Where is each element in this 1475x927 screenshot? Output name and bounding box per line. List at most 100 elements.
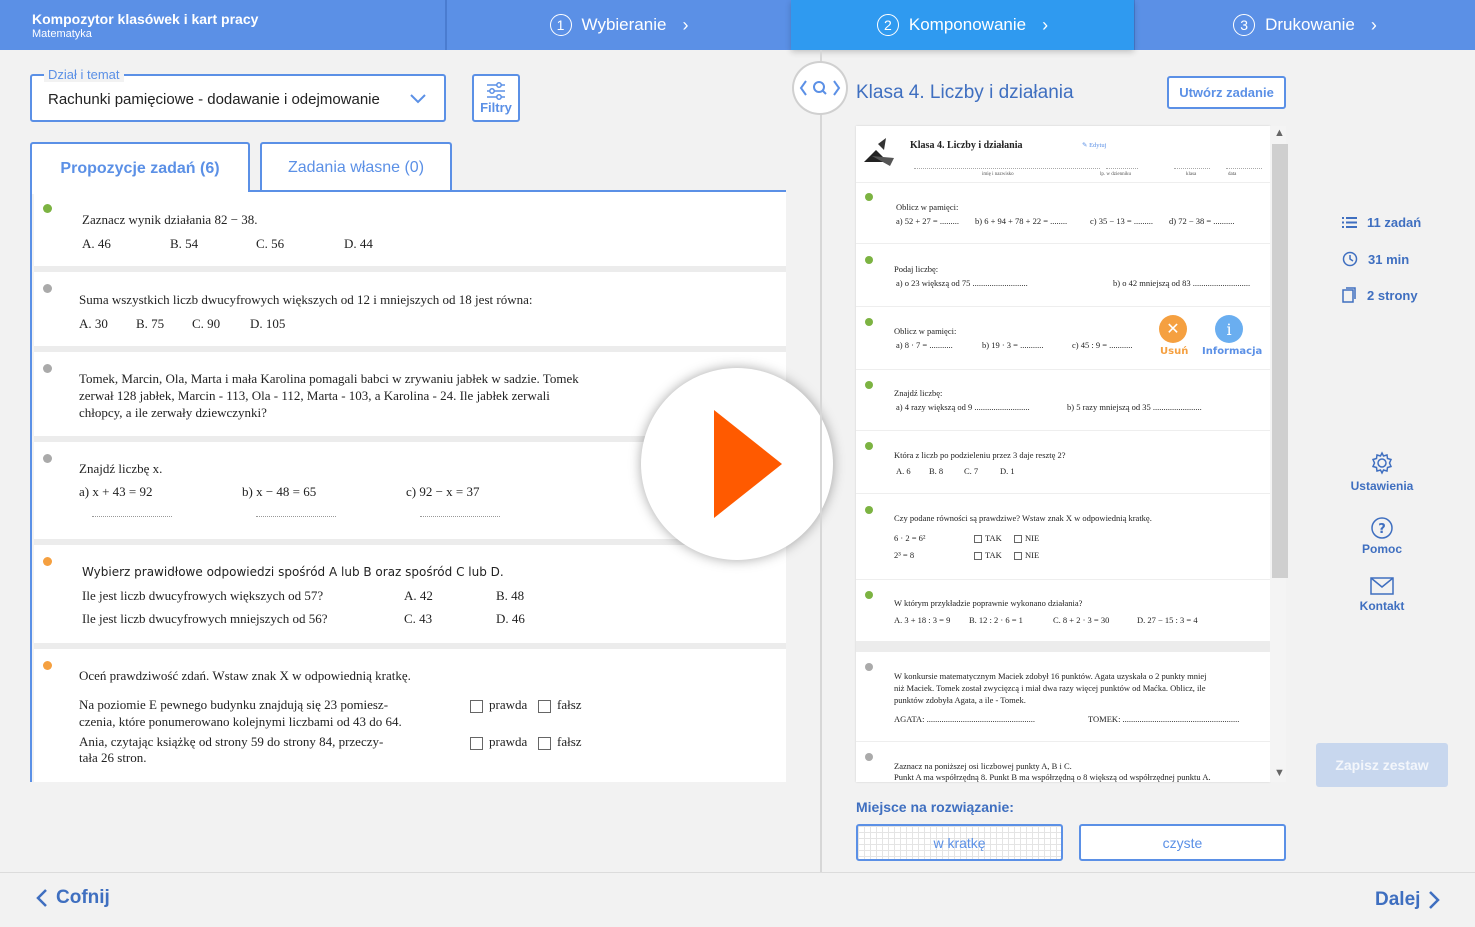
preview-option: D. 27 − 15 : 3 = 4 bbox=[1137, 615, 1198, 625]
scroll-thumb[interactable] bbox=[1272, 144, 1288, 578]
info-label[interactable]: Informacja bbox=[1202, 346, 1262, 357]
gear-icon bbox=[1371, 451, 1393, 475]
preview-line: Punkt A ma współrzędną 8. Punkt B ma wsp… bbox=[894, 772, 1211, 782]
no-checkbox[interactable]: NIE bbox=[1014, 533, 1039, 544]
separator bbox=[856, 579, 1270, 580]
task-statement: czenia, które ponumerowano kolejnymi lic… bbox=[79, 714, 402, 729]
task-option: B. 75 bbox=[136, 316, 165, 331]
task-question: Wybierz prawidłowe odpowiedzi spośród A … bbox=[82, 565, 504, 579]
stat-time: 31 min bbox=[1342, 251, 1409, 267]
field-line bbox=[1174, 168, 1210, 169]
tab-own-tasks[interactable]: Zadania własne (0) bbox=[260, 142, 452, 192]
false-checkbox-row[interactable]: fałsz bbox=[538, 696, 582, 713]
preview-scrollbar[interactable]: ▲ ▼ bbox=[1270, 126, 1288, 782]
remove-label[interactable]: Usuń bbox=[1160, 346, 1188, 357]
step-label: Komponowanie bbox=[908, 15, 1027, 34]
preview-option: C. 7 bbox=[964, 466, 979, 476]
task-card[interactable]: Suma wszystkich liczb dwucyfrowych więks… bbox=[34, 272, 786, 352]
settings-label: Ustawienia bbox=[1350, 479, 1414, 493]
true-checkbox-row[interactable]: prawda bbox=[470, 733, 527, 750]
chevron-right-icon: › bbox=[682, 14, 689, 35]
filters-button[interactable]: Filtry bbox=[472, 74, 520, 122]
create-task-button[interactable]: Utwórz zadanie bbox=[1167, 76, 1286, 109]
task-question: Suma wszystkich liczb dwucyfrowych więks… bbox=[79, 292, 533, 307]
separator bbox=[856, 369, 1270, 370]
checkbox[interactable] bbox=[1014, 535, 1022, 544]
checkbox[interactable] bbox=[974, 535, 982, 544]
chevron-right-icon bbox=[1429, 891, 1441, 909]
task-option: D. 44 bbox=[344, 236, 373, 251]
status-dot bbox=[43, 364, 52, 373]
status-dot bbox=[43, 284, 52, 293]
preview-question: Znajdź liczbę: bbox=[894, 388, 943, 398]
checkbox[interactable] bbox=[470, 699, 483, 713]
status-dot bbox=[865, 318, 873, 326]
solution-clean-button[interactable]: czyste bbox=[1079, 824, 1286, 861]
step-komponowanie[interactable]: 2 Komponowanie › bbox=[791, 0, 1134, 50]
pages-icon bbox=[1342, 287, 1356, 303]
task-card[interactable]: Wybierz prawidłowe odpowiedzi spośród A … bbox=[34, 545, 786, 649]
step-wybieranie[interactable]: 1 Wybieranie › bbox=[447, 0, 791, 50]
step-number: 1 bbox=[549, 14, 572, 36]
preview-equation: 2³ = 8 bbox=[894, 550, 915, 560]
field-line bbox=[914, 168, 1100, 169]
svg-text:?: ? bbox=[1378, 522, 1386, 537]
task-statement: Na poziomie E pewnego budynku znajdują s… bbox=[79, 697, 389, 712]
checkbox[interactable] bbox=[538, 736, 551, 750]
topic-select[interactable]: Dział i temat Rachunki pamięciowe - doda… bbox=[30, 67, 446, 122]
yes-checkbox[interactable]: TAK bbox=[974, 550, 1002, 561]
checkbox[interactable] bbox=[974, 552, 982, 561]
edit-label: Edytuj bbox=[1089, 142, 1107, 149]
false-label: fałsz bbox=[557, 734, 582, 749]
save-set-button[interactable]: Zapisz zestaw bbox=[1316, 743, 1448, 787]
task-card[interactable]: Zaznacz wynik działania 82 − 38. A. 46 B… bbox=[34, 192, 786, 272]
preview-edit-link[interactable]: ✎ Edytuj bbox=[1082, 141, 1106, 149]
page-break bbox=[856, 641, 1270, 652]
preview-part: c) 45 : 9 = ........... bbox=[1072, 340, 1133, 350]
no-checkbox[interactable]: NIE bbox=[1014, 550, 1040, 561]
preview-part: c) 35 − 13 = ......... bbox=[1090, 216, 1153, 226]
task-card[interactable]: Oceń prawdziwość zdań. Wstaw znak X w od… bbox=[34, 649, 786, 782]
checkbox[interactable] bbox=[538, 699, 551, 713]
tab-proposals[interactable]: Propozycje zadań (6) bbox=[30, 142, 250, 194]
checkbox[interactable] bbox=[470, 736, 483, 750]
help-link[interactable]: ? Pomoc bbox=[1347, 516, 1417, 556]
contact-link[interactable]: Kontakt bbox=[1347, 577, 1417, 613]
status-dot bbox=[43, 557, 52, 566]
filters-label: Filtry bbox=[480, 100, 512, 115]
info-icon[interactable]: i bbox=[1215, 315, 1243, 343]
back-button[interactable]: Cofnij bbox=[36, 887, 110, 909]
task-question: Zaznacz wynik działania 82 − 38. bbox=[82, 212, 258, 227]
true-checkbox-row[interactable]: prawda bbox=[470, 696, 527, 713]
yes-label: TAK bbox=[985, 533, 1002, 543]
preview-part: a) 52 + 27 = ......... bbox=[896, 216, 959, 226]
worksheet-preview[interactable]: Klasa 4. Liczby i działania ✎ Edytuj imi… bbox=[856, 126, 1270, 782]
next-button[interactable]: Dalej bbox=[1375, 889, 1441, 911]
field-label: data bbox=[1228, 172, 1237, 177]
zoom-toggle-button[interactable] bbox=[792, 61, 848, 115]
yes-checkbox[interactable]: TAK bbox=[974, 533, 1002, 544]
scroll-down-icon[interactable]: ▼ bbox=[1274, 767, 1285, 779]
step-drukowanie[interactable]: 3 Drukowanie › bbox=[1135, 0, 1475, 50]
task-row: Ile jest liczb dwucyfrowych mniejszych o… bbox=[82, 611, 328, 626]
separator bbox=[856, 430, 1270, 431]
false-checkbox-row[interactable]: fałsz bbox=[538, 733, 582, 750]
remove-icon[interactable]: ✕ bbox=[1159, 315, 1187, 343]
task-statement: tała 26 stron. bbox=[79, 750, 147, 765]
play-button[interactable] bbox=[641, 368, 833, 560]
preview-part: b) o 42 mniejszą od 83 .................… bbox=[1113, 278, 1251, 288]
panel-divider bbox=[820, 50, 822, 872]
preview-part: b) 19 · 3 = ........... bbox=[982, 340, 1044, 350]
separator bbox=[856, 243, 1270, 244]
top-bar: Kompozytor klasówek i kart pracy Matemat… bbox=[0, 0, 1475, 50]
chevron-left-icon bbox=[36, 889, 47, 907]
preview-part: b) 5 razy mniejszą od 35 ...............… bbox=[1067, 402, 1202, 412]
task-option: C. 56 bbox=[256, 236, 285, 251]
settings-link[interactable]: Ustawienia bbox=[1347, 451, 1417, 493]
checkbox[interactable] bbox=[1014, 552, 1022, 561]
status-dot bbox=[43, 454, 52, 463]
solution-grid-button[interactable]: w kratkę bbox=[856, 824, 1063, 861]
scroll-up-icon[interactable]: ▲ bbox=[1274, 127, 1285, 139]
no-label: NIE bbox=[1025, 550, 1040, 560]
stat-tasks: 11 zadań bbox=[1342, 215, 1421, 230]
